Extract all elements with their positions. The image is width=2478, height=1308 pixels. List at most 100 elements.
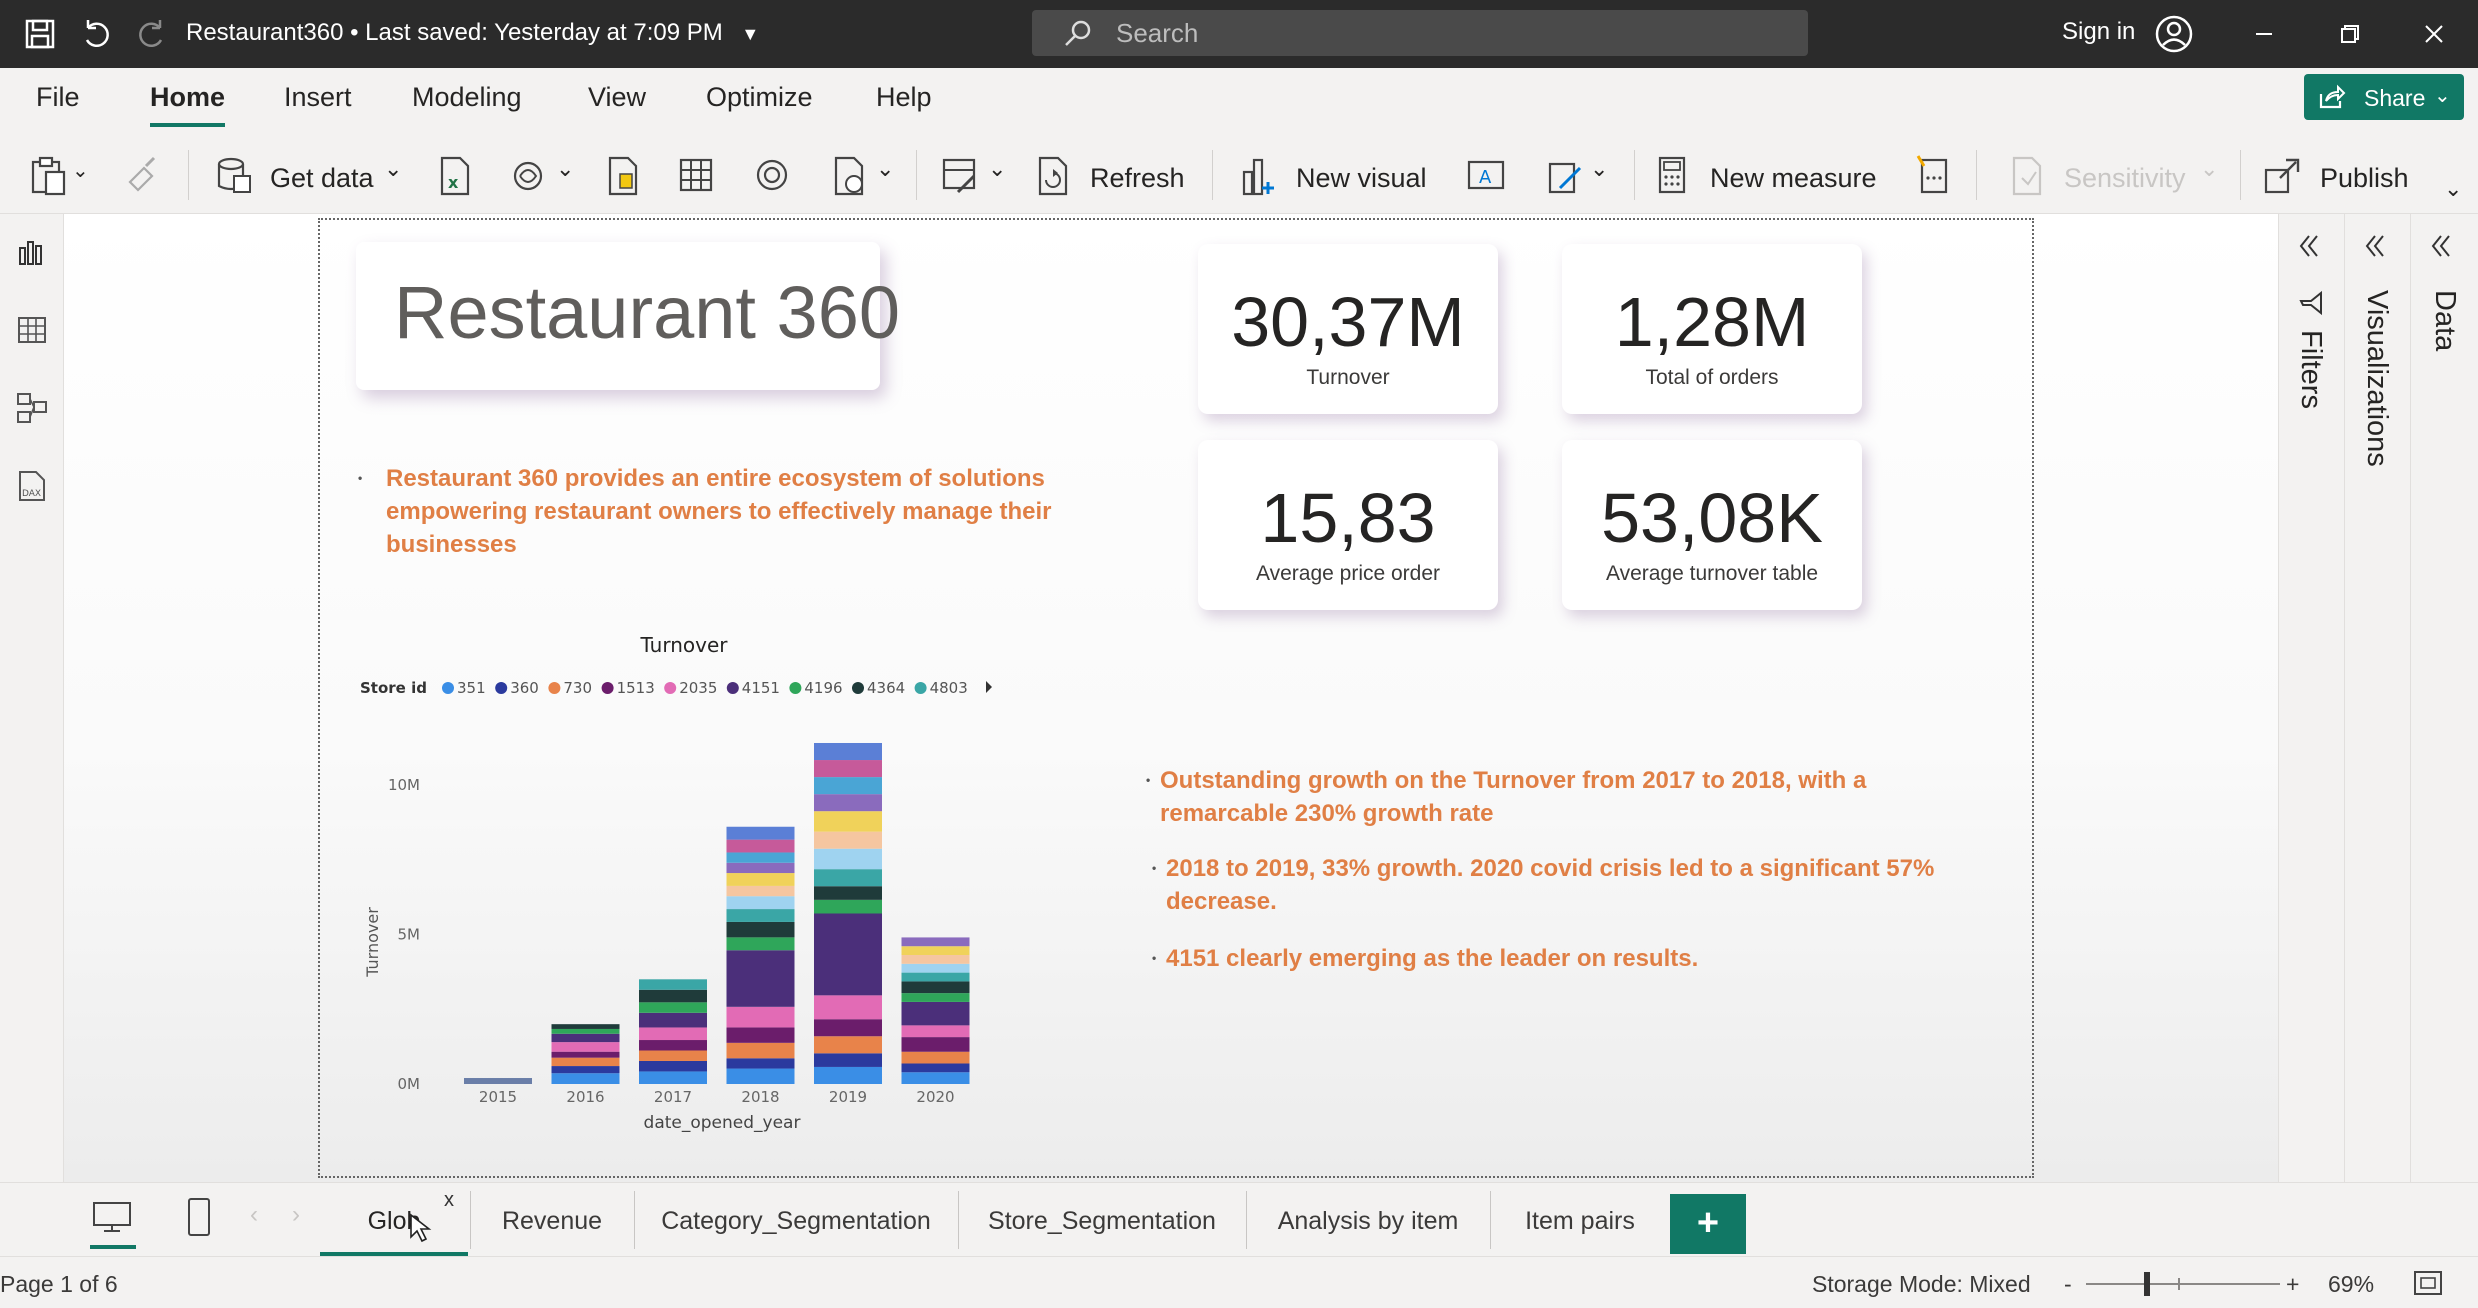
zoom-slider[interactable] xyxy=(2086,1272,2280,1296)
kpi-label: Total of orders xyxy=(1645,366,1779,389)
transform-data-icon[interactable] xyxy=(940,152,980,198)
collapse-chevron-icon[interactable] xyxy=(2293,230,2325,262)
refresh-icon[interactable] xyxy=(1034,152,1072,198)
collapse-chevron-icon[interactable] xyxy=(2359,230,2391,262)
new-visual-label[interactable]: New visual xyxy=(1296,163,1427,194)
tab-insert[interactable]: Insert xyxy=(284,82,352,123)
bar-segment xyxy=(639,1040,707,1051)
page-tab-global[interactable]: Glob x xyxy=(320,1183,468,1257)
dax-query-view-icon[interactable]: DAX xyxy=(14,468,50,504)
calculator-icon[interactable] xyxy=(1654,152,1690,198)
enter-data-icon[interactable] xyxy=(676,152,716,198)
paste-icon[interactable] xyxy=(28,152,68,198)
share-button[interactable]: Share ⌄ xyxy=(2304,74,2464,120)
format-painter-icon[interactable] xyxy=(124,152,160,198)
ribbon: ⌄ Get data ⌄ x ⌄ ⌄ ⌄ Refresh New visual … xyxy=(0,136,2478,214)
kpi-card-average-price-order[interactable]: 15,83 Average price order xyxy=(1198,440,1498,610)
kpi-card-turnover[interactable]: 30,37M Turnover xyxy=(1198,244,1498,414)
bar-segment xyxy=(814,869,882,887)
search-input[interactable] xyxy=(1116,17,1716,49)
chevron-down-icon[interactable]: ⌄ xyxy=(556,156,574,182)
page-tab-store-segmentation[interactable]: Store_Segmentation xyxy=(960,1183,1244,1257)
get-data-icon[interactable] xyxy=(214,152,252,198)
dataverse-link-icon[interactable] xyxy=(752,152,792,198)
page-tab-revenue[interactable]: Revenue xyxy=(472,1183,632,1257)
chevron-down-icon[interactable]: ⌄ xyxy=(384,156,402,182)
kpi-card-average-turnover-table[interactable]: 53,08K Average turnover table xyxy=(1562,440,1862,610)
page-tab-category-segmentation[interactable]: Category_Segmentation xyxy=(636,1183,956,1257)
insight-text-3[interactable]: 4151 clearly emerging as the leader on r… xyxy=(1152,942,1986,975)
page-tab-label: Revenue xyxy=(501,1207,603,1235)
x-tick-label: 2019 xyxy=(829,1088,867,1106)
table-view-icon[interactable] xyxy=(14,312,50,348)
tab-file[interactable]: File xyxy=(36,82,80,123)
refresh-label[interactable]: Refresh xyxy=(1090,163,1185,194)
zoom-in-button[interactable]: + xyxy=(2286,1271,2299,1298)
text-box-icon[interactable]: A xyxy=(1466,152,1506,198)
report-view-icon[interactable] xyxy=(14,234,50,270)
account-icon[interactable] xyxy=(2154,14,2194,54)
chevron-down-icon[interactable]: ⌄ xyxy=(988,156,1006,182)
redo-icon[interactable] xyxy=(134,16,170,52)
chevron-down-icon[interactable]: ⌄ xyxy=(1590,156,1608,182)
bar-segment xyxy=(726,1042,795,1059)
visualizations-pane[interactable]: Visualizations xyxy=(2344,214,2410,1182)
scroll-right-icon[interactable]: › xyxy=(292,1201,300,1229)
tab-optimize[interactable]: Optimize xyxy=(706,82,813,123)
minimize-icon[interactable] xyxy=(2244,14,2284,54)
close-icon[interactable] xyxy=(2414,14,2454,54)
quick-measure-icon[interactable] xyxy=(1914,152,1952,198)
dataverse-icon[interactable] xyxy=(510,152,546,198)
legend-marker xyxy=(789,682,802,694)
close-page-icon[interactable]: x xyxy=(444,1189,454,1212)
sensitivity-label: Sensitivity xyxy=(2064,163,2186,193)
page-tab-item-pairs[interactable]: Item pairs xyxy=(1492,1183,1668,1257)
data-pane[interactable]: Data xyxy=(2410,214,2478,1182)
ribbon-expand-icon[interactable]: ⌄ xyxy=(2444,176,2462,202)
report-title-card[interactable]: Restaurant 360 xyxy=(356,242,900,390)
document-title[interactable]: Restaurant360 • Last saved: Yesterday at… xyxy=(186,19,759,47)
insight-text-1[interactable]: Outstanding growth on the Turnover from … xyxy=(1146,764,1980,830)
scroll-left-icon[interactable]: ‹ xyxy=(250,1201,258,1229)
mobile-layout-icon[interactable] xyxy=(184,1195,214,1239)
sign-in-button[interactable]: Sign in xyxy=(2062,18,2135,46)
bar-segment xyxy=(901,981,970,994)
tab-modeling[interactable]: Modeling xyxy=(412,82,522,123)
intro-text[interactable]: Restaurant 360 provides an entire ecosys… xyxy=(358,462,1092,561)
bar-segment xyxy=(726,950,795,1007)
fit-to-page-icon[interactable] xyxy=(2412,1269,2444,1297)
bar-segment xyxy=(814,848,882,870)
zoom-out-button[interactable]: - xyxy=(2064,1271,2072,1298)
tab-home[interactable]: Home xyxy=(150,82,226,127)
page-tab-analysis-by-item[interactable]: Analysis by item xyxy=(1248,1183,1488,1257)
add-page-button[interactable]: + xyxy=(1670,1194,1746,1254)
search-box[interactable] xyxy=(1032,10,1808,56)
chevron-down-icon[interactable]: ⌄ xyxy=(876,156,894,182)
more-visuals-icon[interactable] xyxy=(1546,152,1584,198)
get-data-label[interactable]: Get data xyxy=(270,163,374,194)
tab-help[interactable]: Help xyxy=(876,82,932,123)
turnover-chart[interactable]: Turnover Store id 351 360 730 1513 2035 4151 419… xyxy=(356,630,1016,1140)
new-measure-label[interactable]: New measure xyxy=(1710,163,1877,194)
excel-icon[interactable]: x xyxy=(436,152,472,198)
chevron-down-icon[interactable]: ⌄ xyxy=(72,158,89,183)
sql-server-icon[interactable] xyxy=(604,152,640,198)
save-icon[interactable] xyxy=(22,16,58,52)
filters-pane[interactable]: Filters xyxy=(2278,214,2344,1182)
publish-icon[interactable] xyxy=(2262,152,2302,198)
publish-label[interactable]: Publish xyxy=(2320,163,2409,194)
svg-text:A: A xyxy=(1479,167,1492,188)
model-view-icon[interactable] xyxy=(14,390,50,426)
undo-icon[interactable] xyxy=(78,16,114,52)
kpi-card-total-orders[interactable]: 1,28M Total of orders xyxy=(1562,244,1862,414)
desktop-layout-icon[interactable] xyxy=(90,1199,134,1237)
recent-sources-icon[interactable] xyxy=(830,152,868,198)
collapse-chevron-icon[interactable] xyxy=(2425,230,2457,262)
zoom-slider-thumb[interactable] xyxy=(2144,1272,2150,1296)
restore-icon[interactable] xyxy=(2330,14,2370,54)
insight-text-2[interactable]: 2018 to 2019, 33% growth. 2020 covid cri… xyxy=(1152,852,1986,918)
tab-view[interactable]: View xyxy=(588,82,646,123)
zoom-level[interactable]: 69% xyxy=(2328,1271,2374,1298)
legend-entry: 4196 xyxy=(804,679,842,697)
new-visual-icon[interactable] xyxy=(1238,152,1280,198)
